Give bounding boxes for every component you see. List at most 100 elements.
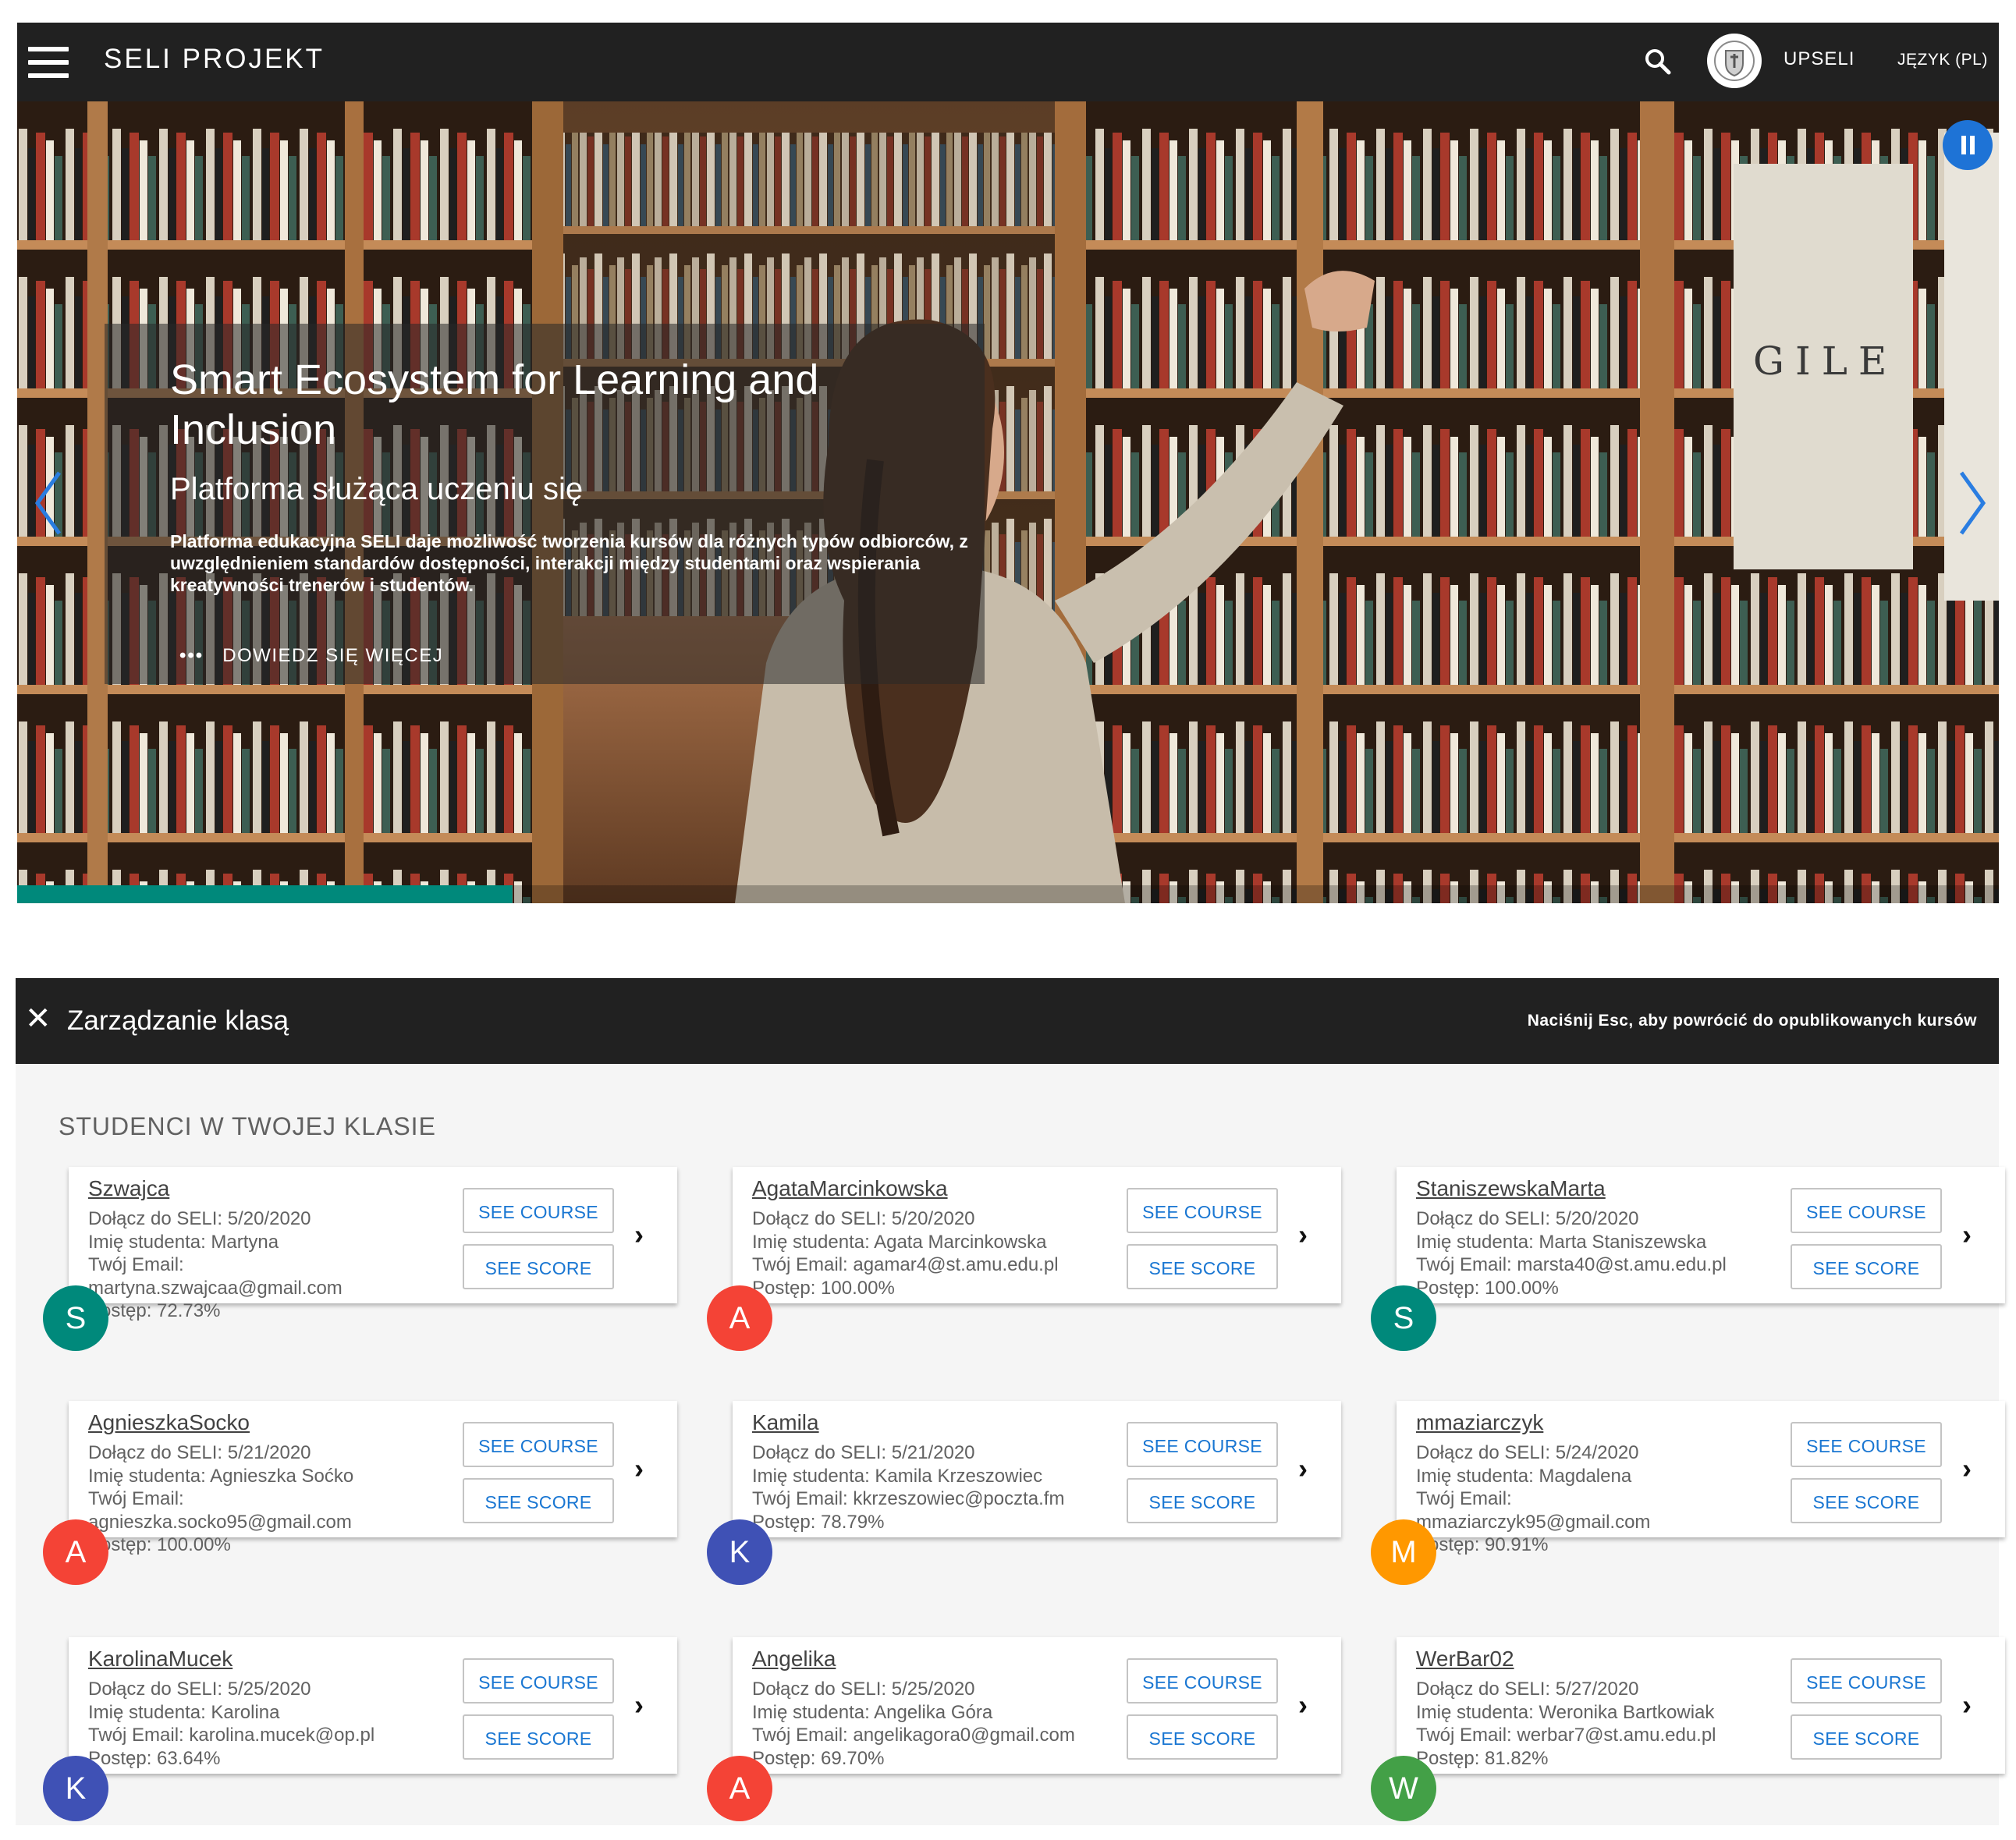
see-score-button[interactable]: SEE SCORE bbox=[1127, 1714, 1278, 1760]
student-username-link[interactable]: AgnieszkaSocko bbox=[88, 1410, 250, 1435]
student-info-line: Imię studenta: Magdalena bbox=[1416, 1465, 1632, 1487]
see-course-button[interactable]: SEE COURSE bbox=[463, 1422, 614, 1467]
shelf-sign-text: GILE bbox=[1753, 339, 1897, 384]
student-card: Szwajca Dołącz do SELI: 5/20/2020 Imię stu… bbox=[69, 1167, 677, 1321]
see-course-button[interactable]: SEE COURSE bbox=[1127, 1658, 1278, 1704]
see-score-button[interactable]: SEE SCORE bbox=[1127, 1478, 1278, 1523]
see-score-button[interactable]: SEE SCORE bbox=[463, 1244, 614, 1289]
user-name[interactable]: UPSELI bbox=[1784, 48, 1855, 70]
hero-caption: Smart Ecosystem for Learning and Inclusi… bbox=[105, 324, 985, 684]
student-card: WerBar02 Dołącz do SELI: 5/27/2020 Imię st… bbox=[1397, 1637, 2005, 1774]
student-info-line: agnieszka.socko95@gmail.com bbox=[88, 1511, 352, 1533]
see-course-button[interactable]: SEE COURSE bbox=[463, 1188, 614, 1233]
close-icon[interactable]: ✕ bbox=[25, 1003, 51, 1034]
student-info-line: Imię studenta: Angelika Góra bbox=[752, 1701, 993, 1723]
learn-more-button[interactable]: ••• DOWIEDZ SIĘ WIĘCEJ bbox=[179, 645, 443, 667]
class-management-title: Zarządzanie klasą bbox=[67, 1005, 289, 1036]
see-course-button[interactable]: SEE COURSE bbox=[1791, 1422, 1942, 1467]
app-bar: SELI PROJEKT UPSELI JĘZYK (PL) bbox=[17, 23, 1999, 101]
student-avatar: K bbox=[707, 1519, 772, 1585]
student-info: Dołącz do SELI: 5/20/2020 Imię studenta: … bbox=[752, 1207, 1127, 1299]
student-avatar: K bbox=[43, 1756, 108, 1821]
hero-carousel: GILE Smart Ecosystem for Learning and In… bbox=[17, 101, 1999, 903]
app-title: SELI PROJEKT bbox=[104, 44, 325, 74]
language-selector[interactable]: JĘZYK (PL) bbox=[1897, 51, 1988, 69]
student-card: Angelika Dołącz do SELI: 5/25/2020 Imię st… bbox=[733, 1637, 1341, 1774]
chevron-right-icon[interactable]: › bbox=[1298, 1452, 1308, 1485]
see-score-button[interactable]: SEE SCORE bbox=[1127, 1244, 1278, 1289]
chevron-right-icon[interactable]: › bbox=[634, 1689, 644, 1721]
student-info-line: Dołącz do SELI: 5/20/2020 bbox=[88, 1208, 311, 1229]
more-dots-icon: ••• bbox=[179, 645, 204, 666]
learn-more-label: DOWIEDZ SIĘ WIĘCEJ bbox=[222, 645, 444, 666]
student-avatar: A bbox=[43, 1519, 108, 1585]
student-info-line: Dołącz do SELI: 5/20/2020 bbox=[752, 1208, 975, 1229]
see-score-button[interactable]: SEE SCORE bbox=[1791, 1244, 1942, 1289]
see-course-button[interactable]: SEE COURSE bbox=[1127, 1188, 1278, 1233]
student-card: StaniszewskaMarta Dołącz do SELI: 5/20/20… bbox=[1397, 1167, 2005, 1303]
student-info-line: mmaziarczyk95@gmail.com bbox=[1416, 1511, 1651, 1533]
student-info-line: Imię studenta: Marta Staniszewska bbox=[1416, 1231, 1707, 1253]
esc-hint: Naciśnij Esc, aby powrócić do opublikowa… bbox=[1527, 1012, 1977, 1030]
student-info-line: Twój Email: kkrzeszowiec@poczta.fm bbox=[752, 1488, 1065, 1509]
student-info-line: Twój Email: angelikagora0@gmail.com bbox=[752, 1725, 1075, 1746]
student-username-link[interactable]: Angelika bbox=[752, 1647, 836, 1672]
chevron-right-icon[interactable]: › bbox=[634, 1218, 644, 1251]
student-username-link[interactable]: Kamila bbox=[752, 1410, 819, 1435]
student-info: Dołącz do SELI: 5/25/2020 Imię studenta: … bbox=[752, 1678, 1127, 1770]
student-username-link[interactable]: StaniszewskaMarta bbox=[1416, 1176, 1606, 1201]
student-username-link[interactable]: mmaziarczyk bbox=[1416, 1410, 1543, 1435]
see-course-button[interactable]: SEE COURSE bbox=[1791, 1658, 1942, 1704]
student-info-line: Postęp: 72.73% bbox=[88, 1300, 221, 1321]
student-username-link[interactable]: Szwajca bbox=[88, 1176, 169, 1201]
menu-icon[interactable] bbox=[28, 47, 69, 78]
chevron-right-icon[interactable]: › bbox=[1962, 1689, 1972, 1721]
student-info: Dołącz do SELI: 5/20/2020 Imię studenta: … bbox=[1416, 1207, 1791, 1299]
carousel-pause-icon[interactable] bbox=[1943, 120, 1993, 170]
chevron-right-icon[interactable]: › bbox=[1298, 1689, 1308, 1721]
see-score-button[interactable]: SEE SCORE bbox=[1791, 1478, 1942, 1523]
student-username-link[interactable]: WerBar02 bbox=[1416, 1647, 1514, 1672]
hero-subtitle: Platforma służąca uczeniu się bbox=[170, 472, 584, 506]
student-info: Dołącz do SELI: 5/21/2020 Imię studenta: … bbox=[88, 1441, 463, 1557]
chevron-right-icon[interactable]: › bbox=[1962, 1218, 1972, 1251]
student-info-line: Dołącz do SELI: 5/25/2020 bbox=[752, 1679, 975, 1700]
chevron-right-icon[interactable]: › bbox=[634, 1452, 644, 1485]
chevron-right-icon[interactable]: › bbox=[1298, 1218, 1308, 1251]
student-avatar: W bbox=[1371, 1756, 1436, 1821]
student-info-line: Twój Email: werbar7@st.amu.edu.pl bbox=[1416, 1725, 1716, 1746]
user-avatar-crest-icon[interactable] bbox=[1707, 34, 1762, 88]
student-card: mmaziarczyk Dołącz do SELI: 5/24/2020 Imię… bbox=[1397, 1401, 2005, 1555]
student-avatar: M bbox=[1371, 1519, 1436, 1585]
student-info-line: Imię studenta: Martyna bbox=[88, 1231, 279, 1253]
student-info-line: Twój Email: marsta40@st.amu.edu.pl bbox=[1416, 1254, 1727, 1275]
student-info-line: Dołącz do SELI: 5/27/2020 bbox=[1416, 1679, 1639, 1700]
see-course-button[interactable]: SEE COURSE bbox=[1127, 1422, 1278, 1467]
search-icon[interactable] bbox=[1642, 46, 1673, 77]
student-info: Dołącz do SELI: 5/20/2020 Imię studenta: … bbox=[88, 1207, 463, 1323]
carousel-next-icon[interactable] bbox=[1957, 468, 1988, 542]
student-info-line: Dołącz do SELI: 5/24/2020 bbox=[1416, 1442, 1639, 1463]
student-username-link[interactable]: KarolinaMucek bbox=[88, 1647, 232, 1672]
student-info-line: Twój Email: karolina.mucek@op.pl bbox=[88, 1725, 375, 1746]
student-info-line: Dołącz do SELI: 5/25/2020 bbox=[88, 1679, 311, 1700]
carousel-prev-icon[interactable] bbox=[33, 468, 64, 542]
student-info-line: Postęp: 100.00% bbox=[88, 1534, 231, 1555]
see-score-button[interactable]: SEE SCORE bbox=[463, 1478, 614, 1523]
see-course-button[interactable]: SEE COURSE bbox=[463, 1658, 614, 1704]
see-score-button[interactable]: SEE SCORE bbox=[463, 1714, 614, 1760]
student-card: Kamila Dołącz do SELI: 5/21/2020 Imię stud… bbox=[733, 1401, 1341, 1537]
see-score-button[interactable]: SEE SCORE bbox=[1791, 1714, 1942, 1760]
student-info-line: Imię studenta: Weronika Bartkowiak bbox=[1416, 1701, 1715, 1723]
see-course-button[interactable]: SEE COURSE bbox=[1791, 1188, 1942, 1233]
student-info: Dołącz do SELI: 5/25/2020 Imię studenta: … bbox=[88, 1678, 463, 1770]
student-info-line: Twój Email: bbox=[88, 1254, 184, 1275]
student-info: Dołącz do SELI: 5/21/2020 Imię studenta: … bbox=[752, 1441, 1127, 1533]
student-info: Dołącz do SELI: 5/27/2020 Imię studenta: … bbox=[1416, 1678, 1791, 1770]
student-info-line: Imię studenta: Kamila Krzeszowiec bbox=[752, 1465, 1043, 1487]
student-info-line: Dołącz do SELI: 5/21/2020 bbox=[88, 1442, 311, 1463]
student-card: KarolinaMucek Dołącz do SELI: 5/25/2020 Im… bbox=[69, 1637, 677, 1774]
student-username-link[interactable]: AgataMarcinkowska bbox=[752, 1176, 948, 1201]
student-info-line: Imię studenta: Karolina bbox=[88, 1701, 280, 1723]
chevron-right-icon[interactable]: › bbox=[1962, 1452, 1972, 1485]
